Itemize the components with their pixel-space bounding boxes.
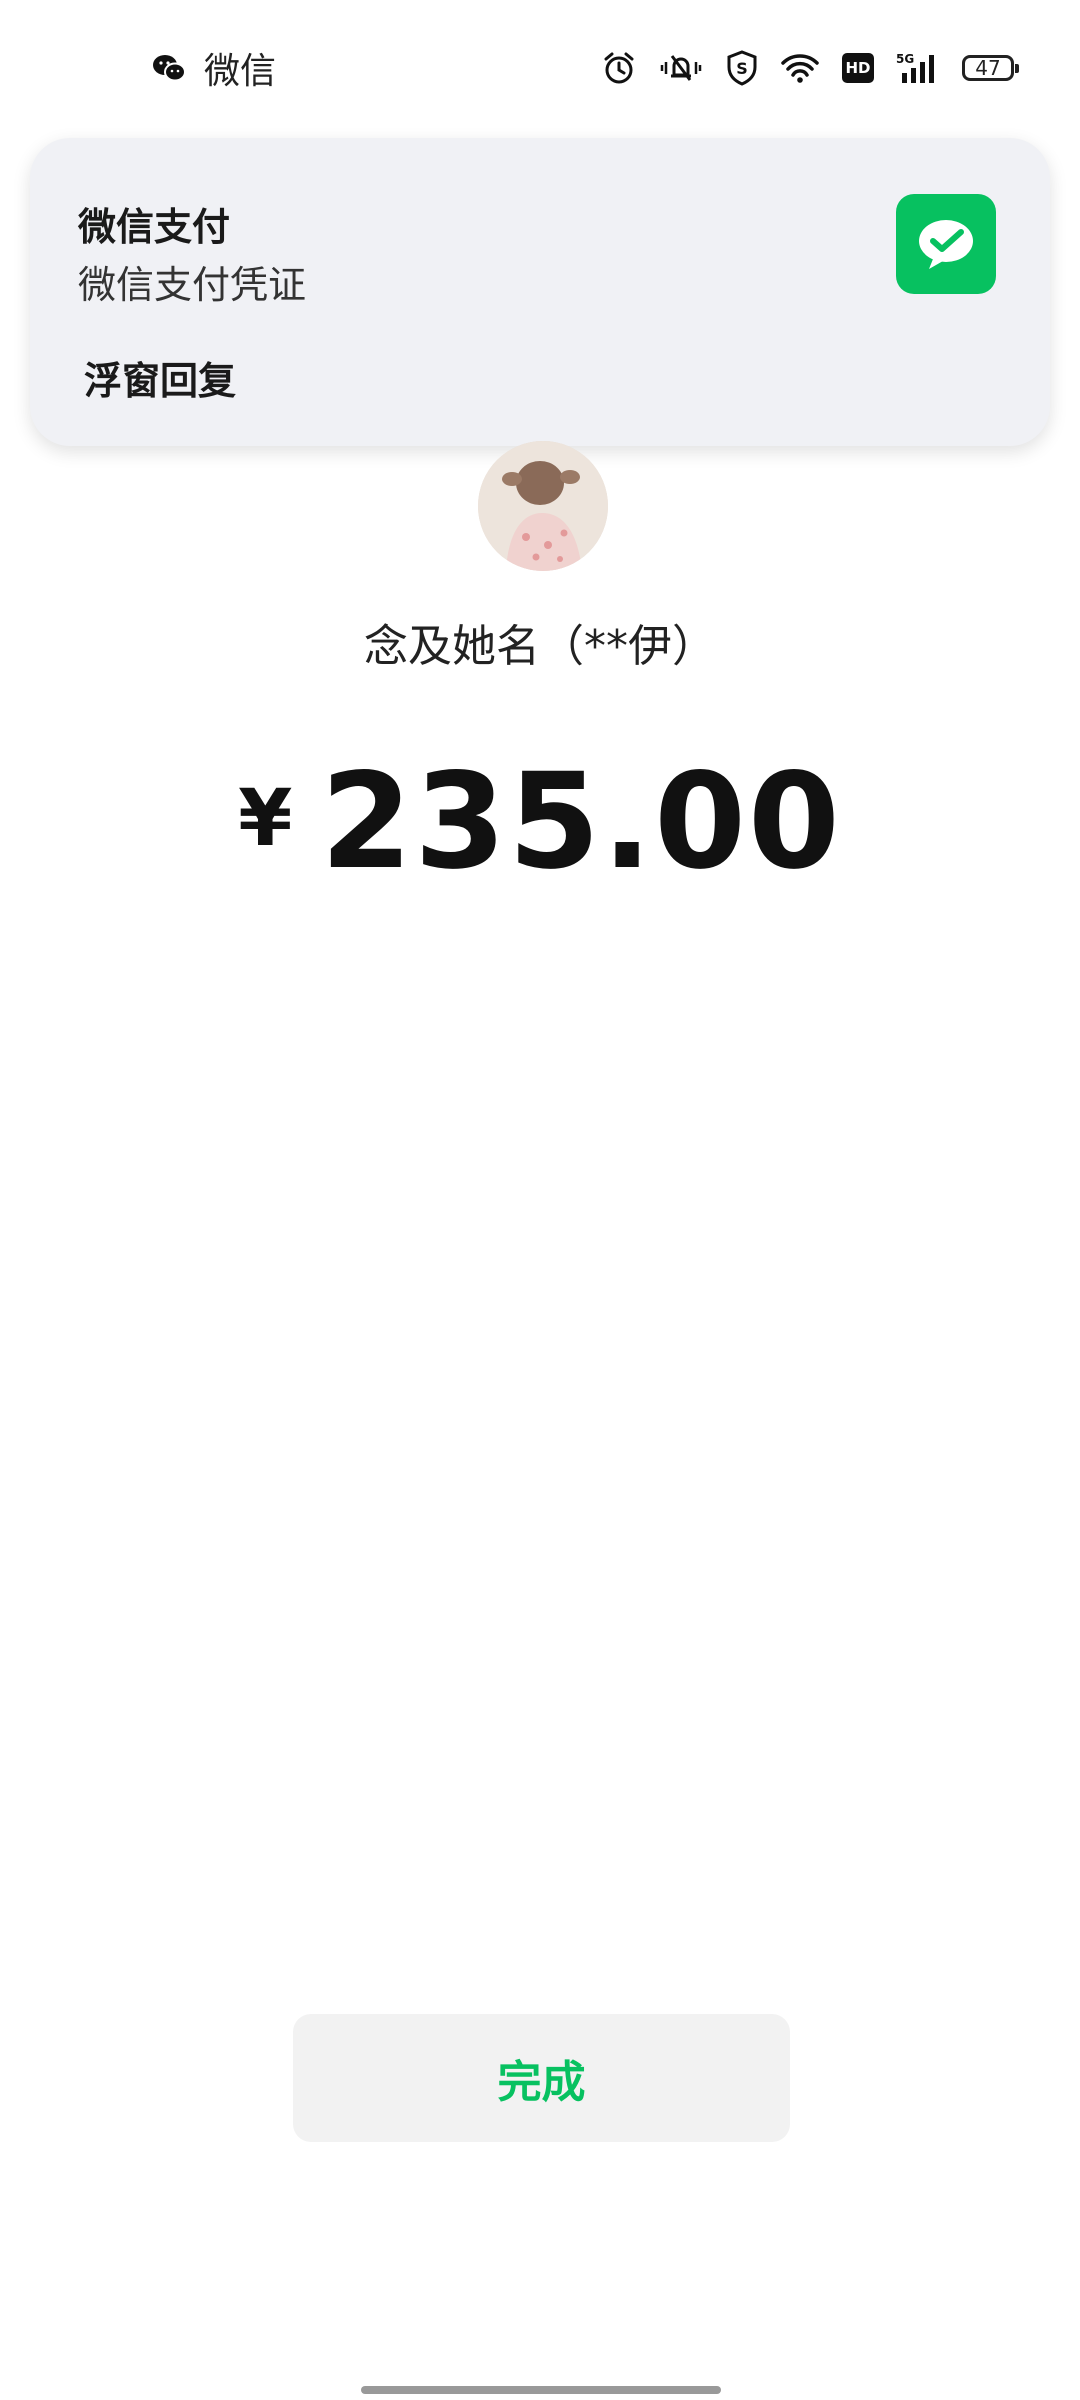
status-left: 微信 (152, 44, 276, 92)
payee-name: 念及她名（**伊） (364, 621, 716, 672)
shield-icon: S (726, 50, 758, 86)
status-app-name: 微信 (204, 51, 277, 92)
payee-avatar (478, 441, 608, 571)
hd-icon: HD (842, 53, 874, 83)
done-button[interactable]: 完成 (293, 2014, 790, 2142)
status-bar: 微信 S HD 5G 47 (0, 0, 1080, 136)
home-indicator[interactable] (361, 2386, 721, 2394)
svg-text:5G: 5G (896, 52, 914, 66)
mute-icon (658, 51, 704, 85)
floating-reply-button[interactable]: 浮窗回复 (84, 350, 236, 405)
currency-symbol: ¥ (238, 774, 293, 864)
wechat-pay-icon (896, 194, 996, 294)
wechat-pay-notification[interactable]: 微信支付 微信支付凭证 浮窗回复 (30, 138, 1050, 446)
alarm-icon (602, 51, 636, 85)
svg-text:S: S (736, 59, 748, 78)
wechat-icon (152, 53, 186, 83)
amount-row: ¥ 235.00 (0, 745, 1080, 899)
wifi-icon (780, 52, 820, 84)
battery-indicator: 47 (962, 55, 1019, 81)
signal-5g-icon: 5G (896, 51, 940, 85)
notification-title: 微信支付 (78, 205, 231, 249)
payment-receipt-screen: 微信 S HD 5G 47 微信支付 微信支付凭证 浮窗回复 念及她名（**伊）… (0, 0, 1080, 2400)
payment-amount: 235.00 (320, 745, 842, 899)
status-right: S HD 5G 47 (602, 44, 1019, 92)
notification-body: 微信支付凭证 (78, 263, 307, 307)
